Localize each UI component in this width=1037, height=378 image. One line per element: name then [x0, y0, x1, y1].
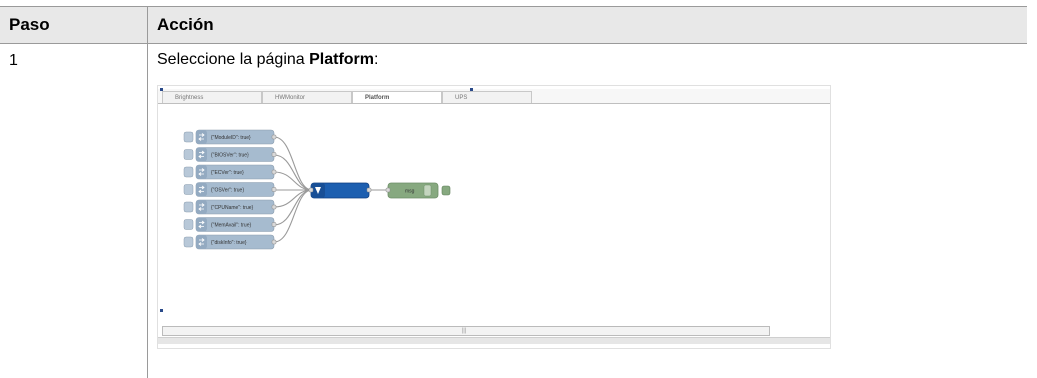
inject-trigger-button	[183, 166, 194, 178]
inject-nodes: {"ModuleID": true} {"BIOSVer": true} {"ECV…	[183, 129, 277, 250]
inject-trigger-button	[183, 236, 194, 248]
inject-node-label: {"ECVer": true}	[211, 170, 244, 176]
column-divider	[147, 6, 148, 378]
inject-arrow-icon	[196, 130, 207, 144]
function-node[interactable]	[308, 182, 372, 199]
instruction-page-name: Platform	[309, 51, 375, 68]
inject-arrow-icon	[196, 165, 207, 179]
table-header-row: Paso Acción	[0, 6, 1027, 44]
inject-node[interactable]: {"ECVer": true}	[183, 164, 277, 180]
inject-node[interactable]: {"BIOSVer": true}	[183, 147, 277, 162]
inject-arrow-icon	[196, 200, 207, 214]
step-number: 1	[9, 52, 18, 69]
procedure-table: Paso Acción 1 Seleccione la página Platf…	[0, 0, 1037, 378]
inject-arrow-icon	[196, 147, 207, 162]
inject-node[interactable]: {"CPUName": true}	[183, 199, 277, 215]
debug-node[interactable]: msg	[385, 182, 451, 199]
platform-page-screenshot: Brightness HWMonitor Platform UPS {"Modu…	[157, 85, 831, 349]
debug-node-label: msg	[405, 189, 415, 195]
step-instruction: Seleccione la página Platform:	[157, 51, 378, 69]
inject-node[interactable]: {"diskInfo": true}	[183, 234, 277, 250]
inject-trigger-button	[183, 219, 194, 230]
scroll-grip-icon[interactable]: |||	[461, 328, 467, 334]
inject-node-label: {"MemAvail": true}	[211, 223, 251, 229]
inject-node-label: {"CPUName": true}	[211, 205, 254, 211]
canvas-bottom-bar	[158, 337, 830, 344]
debug-toggle-button	[441, 185, 451, 196]
header-accion: Acción	[157, 15, 214, 34]
instruction-prefix: Seleccione la página	[157, 51, 310, 68]
inject-arrow-icon	[196, 235, 207, 249]
node-red-flow-canvas: {"ModuleID": true} {"BIOSVer": true} {"ECV…	[183, 129, 451, 250]
inject-trigger-button	[183, 201, 194, 213]
inject-node-label: {"OSVer": true}	[211, 188, 244, 194]
inject-trigger-button	[183, 131, 194, 143]
inject-trigger-button	[183, 149, 194, 160]
inject-arrow-icon	[196, 182, 207, 197]
inject-node[interactable]: {"MemAvail": true}	[183, 217, 277, 232]
inject-trigger-button	[183, 184, 194, 195]
inject-node-label: {"BIOSVer": true}	[211, 153, 249, 159]
instruction-suffix: :	[374, 51, 379, 68]
inject-node-label: {"ModuleID": true}	[211, 135, 251, 141]
inject-node[interactable]: {"OSVer": true}	[183, 182, 277, 197]
header-paso: Paso	[9, 15, 50, 34]
inject-node-label: {"diskInfo": true}	[211, 240, 247, 246]
horizontal-scrollbar[interactable]: |||	[162, 326, 770, 336]
inject-arrow-icon	[196, 217, 207, 232]
inject-node[interactable]: {"ModuleID": true}	[183, 129, 277, 145]
